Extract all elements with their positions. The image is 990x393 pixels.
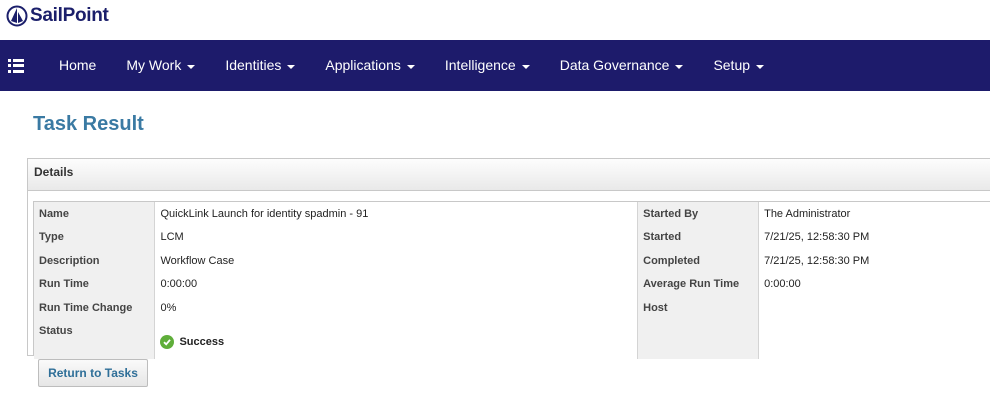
nav-data-governance-label: Data Governance [559,57,670,73]
nav-applications-label: Applications [325,57,401,73]
brand-name: SailPoint [30,5,109,26]
started-value: 7/21/25, 12:58:30 PM [758,225,990,249]
nav-intelligence[interactable]: Intelligence [430,40,545,91]
table-row: Run Time Change 0% Host [34,296,990,320]
run-time-change-value: 0% [154,296,639,320]
caret-down-icon [187,64,196,69]
started-by-label: Started By [637,202,760,226]
status-value-cell: Success [154,319,639,359]
check-circle-icon [160,335,175,349]
nav-applications[interactable]: Applications [310,40,430,91]
name-value: QuickLink Launch for identity spadmin - … [154,202,639,226]
nav-setup-label: Setup [713,57,751,73]
completed-value: 7/21/25, 12:58:30 PM [758,249,990,273]
nav-data-governance[interactable]: Data Governance [545,40,699,91]
name-label: Name [34,202,156,226]
run-time-change-label: Run Time Change [34,296,156,320]
details-table: Name QuickLink Launch for identity spadm… [34,202,990,359]
run-time-value: 0:00:00 [154,272,639,296]
blank-label [637,319,760,359]
sailpoint-logo[interactable]: SailPoint [6,5,109,27]
average-run-time-value: 0:00:00 [758,272,990,296]
details-panel-header: Details [28,159,990,191]
average-run-time-label: Average Run Time [637,272,760,296]
blank-value [758,319,990,359]
run-time-label: Run Time [34,272,156,296]
return-to-tasks-button[interactable]: Return to Tasks [38,359,148,387]
status-value: Success [179,336,225,348]
details-panel: Details Name QuickLink Launch for identi… [27,158,990,359]
header-logo-bar: SailPoint [0,0,990,40]
table-row: Description Workflow Case Completed 7/21… [34,249,990,273]
menu-list-icon[interactable] [8,58,26,73]
nav-home-label: Home [59,57,97,73]
description-value: Workflow Case [154,249,639,273]
type-label: Type [34,225,156,249]
host-label: Host [637,296,760,320]
started-label: Started [637,225,760,249]
nav-my-work[interactable]: My Work [111,40,210,91]
caret-down-icon [756,64,765,69]
table-row: Run Time 0:00:00 Average Run Time 0:00:0… [34,272,990,296]
description-label: Description [34,249,156,273]
details-table-wrap: Name QuickLink Launch for identity spadm… [33,201,990,359]
completed-label: Completed [637,249,760,273]
caret-down-icon [287,64,296,69]
type-value: LCM [154,225,639,249]
nav-intelligence-label: Intelligence [444,57,516,73]
status-label: Status [34,319,156,359]
sailpoint-logo-icon [6,5,28,27]
caret-down-icon [675,64,684,69]
started-by-value: The Administrator [758,202,990,226]
main-nav: Home My Work Identities Applications Int… [0,40,990,91]
host-value [758,296,990,320]
nav-setup[interactable]: Setup [698,40,779,91]
caret-down-icon [521,64,530,69]
table-row: Name QuickLink Launch for identity spadm… [34,202,990,226]
nav-identities-label: Identities [225,57,282,73]
nav-identities[interactable]: Identities [210,40,310,91]
page-title: Task Result [33,113,144,135]
caret-down-icon [406,64,415,69]
nav-my-work-label: My Work [126,57,182,73]
table-row: Status Success [34,319,990,359]
nav-home[interactable]: Home [44,40,111,91]
table-row: Type LCM Started 7/21/25, 12:58:30 PM [34,225,990,249]
